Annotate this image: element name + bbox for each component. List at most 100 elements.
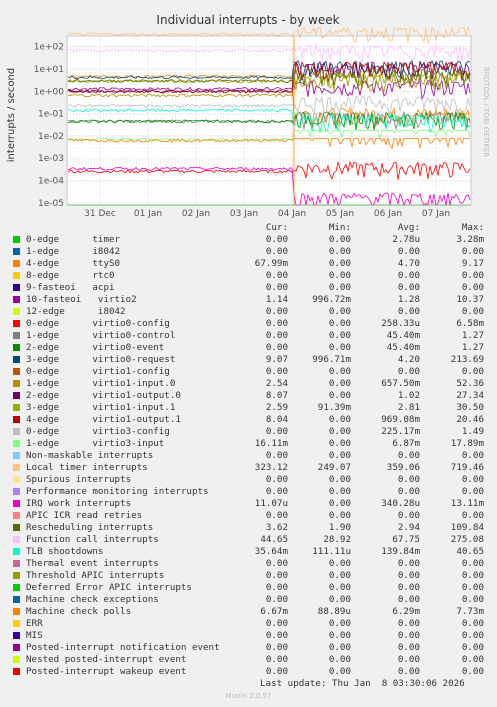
legend-avg: 0.00 <box>397 366 420 377</box>
legend-avg: 0.00 <box>397 594 420 605</box>
legend-row: MIS 0.00 0.00 0.00 0.00 <box>0 630 497 642</box>
legend-cur: 0.00 <box>265 666 288 677</box>
legend-swatch <box>13 392 20 399</box>
legend-swatch <box>13 464 20 471</box>
legend-min: 111.11u <box>312 546 351 557</box>
legend-min: 0.00 <box>328 450 351 461</box>
legend-cur: 0.00 <box>265 306 288 317</box>
legend-max: 213.69 <box>450 354 484 365</box>
legend-label: 2-edge virtio0-event <box>26 342 165 353</box>
legend-swatch <box>13 536 20 543</box>
legend-min: 0.00 <box>328 426 351 437</box>
legend-avg: 67.75 <box>392 534 420 545</box>
legend-row: Rescheduling interrupts 3.62 1.90 2.94 109.8… <box>0 522 497 534</box>
x-tick-label: 06 Jan <box>374 209 402 219</box>
legend-swatch <box>13 272 20 279</box>
legend-cur: 0.00 <box>265 330 288 341</box>
legend-cur: 8.04 <box>265 414 288 425</box>
legend-row: Spurious interrupts 0.00 0.00 0.00 0.00 <box>0 474 497 486</box>
legend-label: 0-edge virtio0-config <box>26 318 170 329</box>
legend-cur: 0.00 <box>265 342 288 353</box>
legend-max: 0.00 <box>461 642 484 653</box>
legend-row: Nested posted-interrupt event 0.00 0.00 0.0… <box>0 654 497 666</box>
legend-avg: 657.50m <box>381 378 420 389</box>
legend-row: Threshold APIC interrupts 0.00 0.00 0.00 0.0… <box>0 570 497 582</box>
legend-row: 4-edge ttyS0 67.99m 0.00 4.70 9.17 <box>0 258 497 270</box>
legend-row: 9-fasteoi acpi 0.00 0.00 0.00 0.00 <box>0 282 497 294</box>
legend-min: 0.00 <box>328 438 351 449</box>
legend-min: 0.00 <box>328 282 351 293</box>
legend-min: 0.00 <box>328 390 351 401</box>
legend-cur: 0.00 <box>265 558 288 569</box>
legend-row: 2-edge virtio1-output.0 8.07 0.00 1.02 27.34 <box>0 390 497 402</box>
legend-max: 0.00 <box>461 450 484 461</box>
legend-cur: 0.00 <box>265 510 288 521</box>
legend-label: 1-edge i8042 <box>26 246 121 257</box>
legend-min: 0.00 <box>328 654 351 665</box>
y-axis-label: interrupts / second <box>6 68 17 162</box>
legend-min: 0.00 <box>328 318 351 329</box>
legend-max: 719.46 <box>450 462 484 473</box>
legend-max: 109.84 <box>450 522 484 533</box>
legend-swatch <box>13 284 20 291</box>
legend-avg: 139.84m <box>381 546 420 557</box>
legend-cur: 6.67m <box>260 606 288 617</box>
legend-avg: 2.81 <box>397 402 420 413</box>
legend-max: 0.00 <box>461 654 484 665</box>
legend-cur: 67.99m <box>254 258 288 269</box>
legend-min: 0.00 <box>328 234 351 245</box>
legend-label: Function call interrupts <box>26 534 159 545</box>
legend-label: 0-edge virtio3-config <box>26 426 170 437</box>
legend-min: 0.00 <box>328 270 351 281</box>
legend-max: 10.37 <box>456 294 484 305</box>
legend-row: 3-edge virtio0-request 9.07 996.71m 4.20 213… <box>0 354 497 366</box>
legend-avg: 0.00 <box>397 306 420 317</box>
legend-label: Performance monitoring interrupts <box>26 486 209 497</box>
y-tick-label: 1e-01 <box>38 110 64 120</box>
legend-min: 996.71m <box>312 354 351 365</box>
legend-avg: 0.00 <box>397 246 420 257</box>
y-tick-label: 1e-04 <box>38 177 64 187</box>
legend-min: 0.00 <box>328 642 351 653</box>
legend-label: 1-edge virtio3-input <box>26 438 165 449</box>
legend-cur: 0.00 <box>265 426 288 437</box>
legend-label: 3-edge virtio0-request <box>26 354 176 365</box>
legend-cur: 0.00 <box>265 654 288 665</box>
legend-label: 12-edge i8042 <box>26 306 126 317</box>
legend-swatch <box>13 632 20 639</box>
legend-cur: 0.00 <box>265 594 288 605</box>
legend-max: 9.17 <box>461 258 484 269</box>
legend-swatch <box>13 356 20 363</box>
legend-label: 4-edge ttyS0 <box>26 258 121 269</box>
legend-max: 6.58m <box>456 318 484 329</box>
legend-label: 8-edge rtc0 <box>26 270 115 281</box>
legend-swatch <box>13 668 20 675</box>
legend-swatch <box>13 644 20 651</box>
x-tick-label: 01 Jan <box>134 209 162 219</box>
legend-label: Posted-interrupt notification event <box>26 642 220 653</box>
legend-avg: 0.00 <box>397 618 420 629</box>
legend-avg: 45.40m <box>386 342 420 353</box>
legend-avg: 969.08m <box>381 414 420 425</box>
legend-min: 0.00 <box>328 582 351 593</box>
legend-min: 0.00 <box>328 414 351 425</box>
legend-row: 0-edge virtio1-config 0.00 0.00 0.00 0.00 <box>0 366 497 378</box>
legend-label: ERR <box>26 618 43 629</box>
legend-min: 0.00 <box>328 366 351 377</box>
legend-label: Non-maskable interrupts <box>26 450 154 461</box>
legend-label: 10-fasteoi virtio2 <box>26 294 137 305</box>
legend-cur: 0.00 <box>265 366 288 377</box>
legend-min: 996.72m <box>312 294 351 305</box>
legend-max: 17.89m <box>450 438 484 449</box>
legend-swatch <box>13 416 20 423</box>
legend-row: Posted-interrupt wakeup event 0.00 0.00 0.0… <box>0 666 497 678</box>
legend-min: 0.00 <box>328 510 351 521</box>
x-tick-label: 04 Jan <box>278 209 306 219</box>
legend-cur: 323.12 <box>254 462 288 473</box>
legend-row: ERR 0.00 0.00 0.00 0.00 <box>0 618 497 630</box>
legend-max: 40.65 <box>456 546 484 557</box>
legend-swatch <box>13 308 20 315</box>
legend-swatch <box>13 404 20 411</box>
legend-avg: 0.00 <box>397 450 420 461</box>
legend-row: 12-edge i8042 0.00 0.00 0.00 0.00 <box>0 306 497 318</box>
